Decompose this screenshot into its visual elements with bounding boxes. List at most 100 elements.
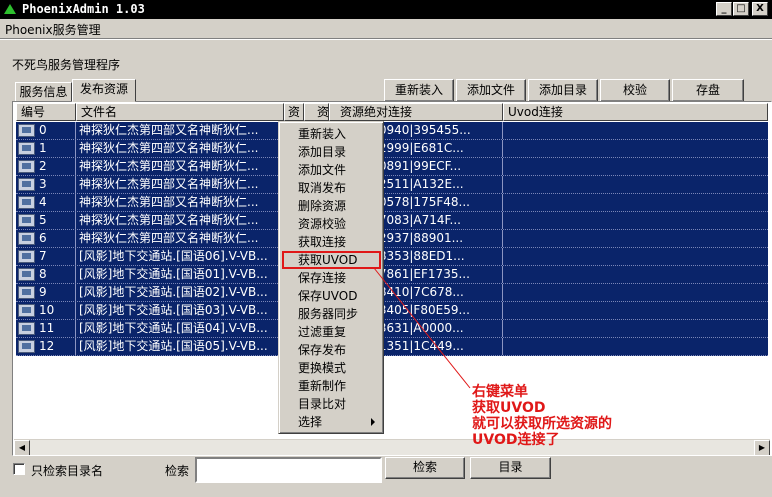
row-uvod-link <box>503 122 768 139</box>
context-menu-item[interactable]: 获取UVOD <box>282 251 381 269</box>
table-row[interactable]: 3 神探狄仁杰第四部又名神断狄仁... 0|149222511|A132E... <box>16 176 768 194</box>
tab-publish-resources[interactable]: 发布资源 <box>72 79 136 102</box>
context-menu-item-label: 更换模式 <box>298 361 347 375</box>
table-row[interactable]: 11 [风影]地下交通站.[国语04].V-VB... 0|185173631|A0… <box>16 320 768 338</box>
table-row[interactable]: 5 神探狄仁杰第四部又名神断狄仁... 0|148817083|A714F... <box>16 212 768 230</box>
row-uvod-link <box>503 158 768 175</box>
context-menu-item[interactable]: 保存发布 <box>282 341 381 359</box>
maximize-button[interactable]: □ <box>733 2 749 16</box>
tab-service-info[interactable]: 服务信息 <box>15 82 72 102</box>
row-filename: [风影]地下交通站.[国语05].V-VB... <box>76 338 284 355</box>
context-menu-item-label: 目录比对 <box>298 397 347 411</box>
row-filename: 神探狄仁杰第四部又名神断狄仁... <box>76 176 284 193</box>
context-menu-item-label: 添加文件 <box>298 163 347 177</box>
close-button[interactable]: X <box>752 2 768 16</box>
context-menu-item-label: 重新制作 <box>298 379 347 393</box>
column-header-id[interactable]: 编号 <box>16 103 76 121</box>
row-uvod-link <box>503 176 768 193</box>
scroll-left-icon[interactable]: ◀ <box>14 440 30 455</box>
resource-grid[interactable]: 编号 文件名 资 资 资源绝对连接 Uvod连接 0 神探狄仁杰第四部又名神断狄仁… <box>12 101 772 456</box>
add-file-button[interactable]: 添加文件 <box>456 79 526 102</box>
row-filename: 神探狄仁杰第四部又名神断狄仁... <box>76 230 284 247</box>
search-button[interactable]: 检索 <box>385 457 465 479</box>
context-menu-item-label: 添加目录 <box>298 145 347 159</box>
annotation-line: UVOD连接了 <box>472 432 560 448</box>
table-row[interactable]: 8 [风影]地下交通站.[国语01].V-VB... 0|194887861|EF1… <box>16 266 768 284</box>
context-menu-item-label: 过滤重复 <box>298 325 347 339</box>
row-filename: 神探狄仁杰第四部又名神断狄仁... <box>76 194 284 211</box>
reload-button[interactable]: 重新装入 <box>384 79 454 102</box>
minimize-button[interactable]: _ <box>716 2 732 16</box>
table-row[interactable]: 1 神探狄仁杰第四部又名神断狄仁... 0|149082999|E681C... <box>16 140 768 158</box>
context-menu-item[interactable]: 更换模式 <box>282 359 381 377</box>
scroll-right-icon[interactable]: ▶ <box>754 440 770 455</box>
horizontal-scrollbar[interactable]: ◀ ▶ <box>14 439 770 455</box>
row-id: 6 <box>36 230 76 247</box>
resource-file-icon <box>18 124 35 137</box>
context-menu-item-label: 取消发布 <box>298 181 347 195</box>
row-uvod-link <box>503 248 768 265</box>
row-filename: [风影]地下交通站.[国语06].V-VB... <box>76 248 284 265</box>
search-label: 检索 <box>165 464 190 478</box>
context-menu-item[interactable]: 服务器同步 <box>282 305 381 323</box>
context-menu-item-label: 服务器同步 <box>298 307 359 321</box>
row-id: 0 <box>36 122 76 139</box>
row-uvod-link <box>503 320 768 337</box>
save-button[interactable]: 存盘 <box>672 79 744 102</box>
resource-file-icon <box>18 142 35 155</box>
column-header-filename[interactable]: 文件名 <box>76 103 284 121</box>
column-header-uvod-link[interactable]: Uvod连接 <box>503 103 768 121</box>
row-id: 8 <box>36 266 76 283</box>
column-header-absolute-link[interactable]: 资源绝对连接 <box>329 103 503 121</box>
row-id: 1 <box>36 140 76 157</box>
context-menu-item[interactable]: 获取连接 <box>282 233 381 251</box>
context-menu-item[interactable]: 添加文件 <box>282 161 381 179</box>
row-id: 12 <box>36 338 76 355</box>
context-menu-item-label: 获取UVOD <box>298 253 358 267</box>
row-uvod-link <box>503 212 768 229</box>
search-input[interactable] <box>195 457 382 483</box>
context-menu-item[interactable]: 目录比对 <box>282 395 381 413</box>
context-menu-item-label: 获取连接 <box>298 235 347 249</box>
context-menu-item[interactable]: 过滤重复 <box>282 323 381 341</box>
app-subtitle: 不死鸟服务管理程序 <box>12 58 121 72</box>
table-row[interactable]: 4 神探狄仁杰第四部又名神断狄仁... 0|149200578|175F48... <box>16 194 768 212</box>
row-id: 11 <box>36 320 76 337</box>
table-row[interactable]: 6 神探狄仁杰第四部又名神断狄仁... 0|149072937|88901... <box>16 230 768 248</box>
column-header-status[interactable]: 资 <box>304 103 329 121</box>
resource-file-icon <box>18 250 35 263</box>
table-row[interactable]: 12 [风影]地下交通站.[国语05].V-VB... 0|203321351|1C… <box>16 338 768 356</box>
context-menu-item[interactable]: 选择 <box>282 413 381 431</box>
directory-only-checkbox[interactable] <box>13 463 25 475</box>
row-id: 4 <box>36 194 76 211</box>
table-row[interactable]: 2 神探狄仁杰第四部又名神断狄仁... 0|149350891|99ECF... <box>16 158 768 176</box>
context-menu-item[interactable]: 资源校验 <box>282 215 381 233</box>
resource-file-icon <box>18 304 35 317</box>
table-row[interactable]: 0 神探狄仁杰第四部又名神断狄仁... 0|149040940|395455... <box>16 122 768 140</box>
context-menu-item-label: 保存发布 <box>298 343 347 357</box>
resource-file-icon <box>18 340 35 353</box>
row-id: 7 <box>36 248 76 265</box>
table-row[interactable]: 7 [风影]地下交通站.[国语06].V-VB... 0|216488353|88E… <box>16 248 768 266</box>
context-menu-item[interactable]: 删除资源 <box>282 197 381 215</box>
verify-button[interactable]: 校验 <box>600 79 670 102</box>
row-uvod-link <box>503 230 768 247</box>
row-uvod-link <box>503 140 768 157</box>
context-menu-item[interactable]: 重新装入 <box>282 125 381 143</box>
table-row[interactable]: 9 [风影]地下交通站.[国语02].V-VB... 0|194118410|7C6… <box>16 284 768 302</box>
context-menu-item[interactable]: 添加目录 <box>282 143 381 161</box>
title-bar: PhoenixAdmin 1.03 _ □ X <box>0 0 772 19</box>
row-filename: 神探狄仁杰第四部又名神断狄仁... <box>76 140 284 157</box>
context-menu-item[interactable]: 保存UVOD <box>282 287 381 305</box>
row-filename: [风影]地下交通站.[国语02].V-VB... <box>76 284 284 301</box>
context-menu-item[interactable]: 取消发布 <box>282 179 381 197</box>
row-filename: [风影]地下交通站.[国语01].V-VB... <box>76 266 284 283</box>
context-menu-item[interactable]: 重新制作 <box>282 377 381 395</box>
column-header-size[interactable]: 资 <box>284 103 304 121</box>
resource-file-icon <box>18 214 35 227</box>
directory-button[interactable]: 目录 <box>470 457 551 479</box>
add-directory-button[interactable]: 添加目录 <box>528 79 598 102</box>
table-row[interactable]: 10 [风影]地下交通站.[国语03].V-VB... 0|189693405|F8… <box>16 302 768 320</box>
context-menu-item[interactable]: 保存连接 <box>282 269 381 287</box>
resource-file-icon <box>18 268 35 281</box>
